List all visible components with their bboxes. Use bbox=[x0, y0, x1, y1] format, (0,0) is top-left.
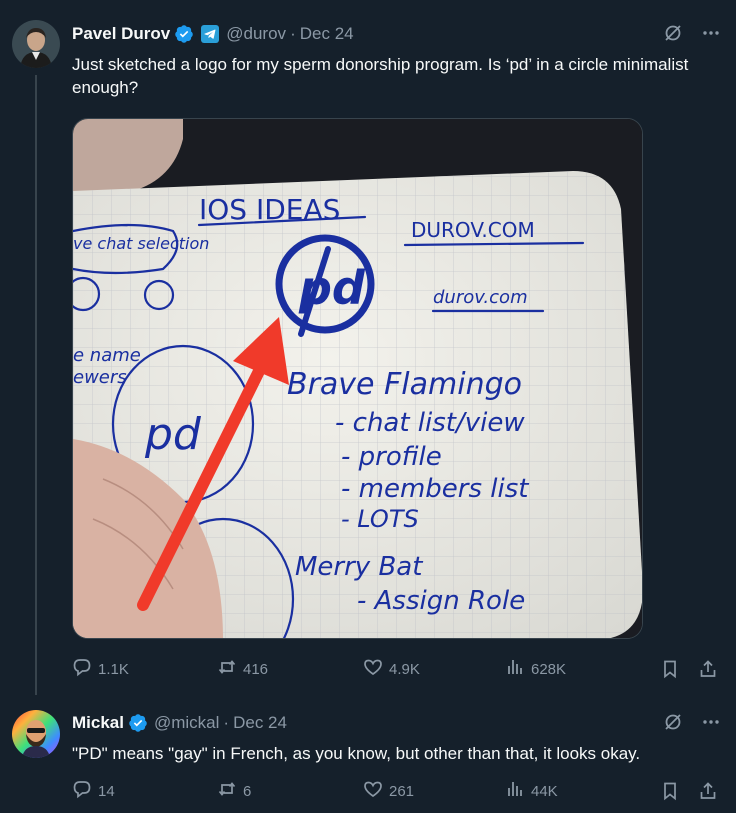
author-name[interactable]: Pavel Durov bbox=[72, 22, 170, 46]
author-handle[interactable]: @durov bbox=[226, 22, 286, 46]
reply-button[interactable]: 14 bbox=[72, 779, 217, 803]
author-handle[interactable]: @mickal bbox=[154, 711, 219, 735]
separator-dot: · bbox=[223, 713, 230, 732]
repost-button[interactable]: 6 bbox=[217, 779, 363, 803]
bookmark-icon[interactable] bbox=[660, 659, 680, 679]
verified-badge-icon bbox=[174, 24, 194, 44]
grok-icon[interactable] bbox=[663, 23, 683, 43]
tweet-date[interactable]: Dec 24 bbox=[300, 22, 354, 46]
tweet2-header: Mickal @mickal · Dec 24 bbox=[72, 711, 287, 735]
notebook-left-note-2: ewers bbox=[73, 367, 127, 388]
reply-button[interactable]: 1.1K bbox=[72, 657, 217, 681]
notebook-domain-lower: durov.com bbox=[433, 287, 528, 308]
notebook-heading: IOS IDEAS bbox=[199, 193, 340, 226]
repost-count: 6 bbox=[243, 782, 252, 800]
separator-dot: · bbox=[290, 24, 296, 43]
tweet2-action-bar: 14 6 261 44K bbox=[72, 779, 718, 803]
reply-count: 1.1K bbox=[98, 660, 129, 678]
views-icon bbox=[505, 779, 531, 803]
verified-badge-icon bbox=[128, 713, 148, 733]
tweet-date[interactable]: Dec 24 bbox=[233, 711, 287, 735]
author-name[interactable]: Mickal bbox=[72, 711, 124, 735]
grok-icon[interactable] bbox=[663, 712, 683, 732]
reply-count: 14 bbox=[98, 782, 115, 800]
notebook-item-3: - members list bbox=[341, 474, 529, 504]
bookmark-icon[interactable] bbox=[660, 781, 680, 801]
notebook-item-4: - LOTS bbox=[341, 505, 419, 533]
reply-icon bbox=[72, 779, 98, 803]
tweet1-action-bar: 1.1K 416 4.9K 628K bbox=[72, 657, 718, 681]
like-icon bbox=[363, 657, 389, 681]
notebook-left-bubble: ve chat selection bbox=[73, 234, 209, 253]
like-button[interactable]: 261 bbox=[363, 779, 505, 803]
views-button[interactable]: 628K bbox=[505, 657, 655, 681]
tweet1-text: Just sketched a logo for my sperm donors… bbox=[72, 55, 689, 97]
share-icon[interactable] bbox=[698, 659, 718, 679]
tweet1-header: Pavel Durov @durov · Dec 24 bbox=[72, 22, 354, 46]
repost-button[interactable]: 416 bbox=[217, 657, 363, 681]
notebook-domain-caps: DUROV.COM bbox=[411, 218, 535, 242]
notebook-item-2: - profile bbox=[341, 442, 442, 472]
notebook-list2-title: Merry Bat bbox=[295, 552, 423, 582]
thread-line bbox=[35, 75, 37, 695]
avatar-durov[interactable] bbox=[12, 20, 60, 68]
tweet1-media-image[interactable]: IOS IDEAS DUROV.COM durov.com pd pd Brav… bbox=[72, 118, 643, 639]
like-count: 261 bbox=[389, 782, 415, 800]
more-icon[interactable] bbox=[701, 23, 721, 43]
like-icon bbox=[363, 779, 389, 803]
like-button[interactable]: 4.9K bbox=[363, 657, 505, 681]
like-count: 4.9K bbox=[389, 660, 420, 678]
notebook-logo: pd bbox=[298, 261, 366, 315]
views-count: 44K bbox=[531, 782, 558, 800]
repost-icon bbox=[217, 657, 243, 681]
more-icon[interactable] bbox=[701, 712, 721, 732]
views-icon bbox=[505, 657, 531, 681]
repost-icon bbox=[217, 779, 243, 803]
notebook-list-title: Brave Flamingo bbox=[287, 367, 522, 402]
tweet1-secondary-actions bbox=[660, 659, 718, 679]
notebook-left-note-1: e name bbox=[73, 345, 141, 366]
views-button[interactable]: 44K bbox=[505, 779, 655, 803]
reply-icon bbox=[72, 657, 98, 681]
share-icon[interactable] bbox=[698, 781, 718, 801]
notebook-item-1: - chat list/view bbox=[335, 408, 525, 438]
views-count: 628K bbox=[531, 660, 567, 678]
tweet2-secondary-actions bbox=[660, 781, 718, 801]
tweet1-top-actions bbox=[663, 23, 721, 43]
notebook-logo-sketch: pd bbox=[144, 409, 202, 460]
telegram-badge-icon bbox=[200, 24, 220, 44]
avatar-mickal[interactable] bbox=[12, 710, 60, 758]
tweet2-text: "PD" means "gay" in French, as you know,… bbox=[72, 744, 641, 763]
tweet2-top-actions bbox=[663, 712, 721, 732]
repost-count: 416 bbox=[243, 660, 269, 678]
notebook-list2-item: - Assign Role bbox=[357, 586, 525, 616]
